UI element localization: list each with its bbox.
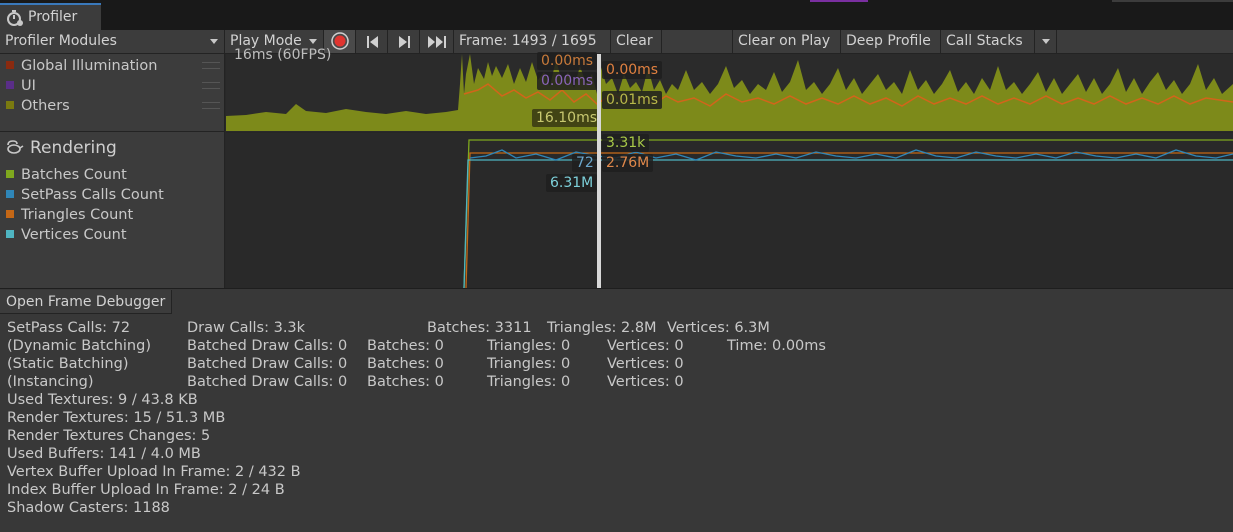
previous-frame-button[interactable] (356, 30, 388, 53)
batching-row-label: (Instancing) (7, 374, 94, 390)
stat-triangles: Triangles: 2.8M (547, 320, 657, 336)
legend-others[interactable]: Others (6, 97, 220, 115)
rendering-teapot-icon (7, 140, 24, 154)
profiler-toolbar: Profiler Modules Play Mode Frame: 1493 /… (0, 30, 1233, 54)
batching-row-label: (Dynamic Batching) (7, 338, 151, 354)
batching-row-label: (Static Batching) (7, 356, 129, 372)
legend-batches-count[interactable]: Batches Count (6, 166, 127, 184)
triangles-value-tag: 2.76M (602, 154, 654, 172)
legend-swatch (6, 61, 14, 69)
cpu-usage-chart[interactable] (226, 54, 1233, 131)
legend-vertices-count[interactable]: Vertices Count (6, 226, 127, 244)
batching-row-vertices: Vertices: 0 (607, 338, 684, 354)
batching-row-triangles: Triangles: 0 (487, 356, 571, 372)
stat-render-textures-changes: Render Textures Changes: 5 (7, 428, 211, 444)
batching-row-batches: Batches: 0 (367, 338, 444, 354)
stat-vertex-buffer-upload: Vertex Buffer Upload In Frame: 2 / 432 B (7, 464, 301, 480)
batching-row-draw-calls: Batched Draw Calls: 0 (187, 374, 348, 390)
selected-frame-marker[interactable] (597, 54, 601, 288)
legend-setpass-calls-count[interactable]: SetPass Calls Count (6, 186, 164, 204)
legend-label: Batches Count (21, 167, 127, 183)
stat-used-buffers: Used Buffers: 141 / 4.0 MB (7, 446, 201, 462)
tab-accent-bar (810, 0, 868, 2)
open-frame-debugger-button[interactable]: Open Frame Debugger (0, 290, 173, 314)
deep-profile-button[interactable]: Deep Profile (841, 30, 941, 53)
tab-profiler[interactable]: Profiler (0, 3, 101, 30)
batching-row-draw-calls: Batched Draw Calls: 0 (187, 338, 348, 354)
stat-vertices: Vertices: 6.3M (667, 320, 770, 336)
drag-handle-icon[interactable] (202, 102, 220, 109)
cpu-total-value-tag: 16.10ms (532, 109, 602, 127)
gi-left-value-tag: 0.00ms (537, 52, 598, 70)
batching-row-vertices: Vertices: 0 (607, 356, 684, 372)
stat-draw-calls: Draw Calls: 3.3k (187, 320, 306, 336)
drag-handle-icon[interactable] (202, 82, 220, 89)
ui-left-value-tag: 0.00ms (537, 72, 598, 90)
batching-row-triangles: Triangles: 0 (487, 338, 571, 354)
current-frame-icon (428, 36, 446, 48)
stat-batches: Batches: 3311 (427, 320, 532, 336)
legend-label: Global Illumination (21, 58, 158, 74)
legend-label: Others (21, 98, 70, 114)
clear-on-play-button[interactable]: Clear on Play (732, 30, 841, 53)
vertices-value-tag: 6.31M (546, 174, 598, 192)
rendering-details-panel: Open Frame Debugger SetPass Calls: 72 Dr… (0, 288, 1233, 532)
drag-handle-icon[interactable] (202, 62, 220, 69)
legend-swatch (6, 210, 14, 218)
legend-swatch (6, 230, 14, 238)
current-frame-button[interactable] (420, 30, 454, 53)
stat-shadow-casters: Shadow Casters: 1188 (7, 500, 170, 516)
batching-row-batches: Batches: 0 (367, 356, 444, 372)
legend-global-illumination[interactable]: Global Illumination (6, 57, 220, 75)
legend-swatch (6, 190, 14, 198)
profiler-modules-dropdown[interactable]: Profiler Modules (0, 30, 225, 53)
batching-row-draw-calls: Batched Draw Calls: 0 (187, 356, 348, 372)
batching-row-vertices: Vertices: 0 (607, 374, 684, 390)
frame-counter: Frame: 1493 / 1695 (454, 30, 611, 53)
next-frame-button[interactable] (388, 30, 420, 53)
legend-label: Vertices Count (21, 227, 127, 243)
others-right-value-tag: 0.01ms (602, 91, 663, 109)
batching-row-triangles: Triangles: 0 (487, 374, 571, 390)
module-divider (0, 131, 224, 132)
next-frame-icon (399, 36, 410, 48)
tab-profiler-label: Profiler (28, 9, 78, 25)
fps-target-label: 16ms (60FPS) (234, 47, 332, 63)
call-stacks-dropdown[interactable] (1035, 30, 1057, 53)
stat-used-textures: Used Textures: 9 / 43.8 KB (7, 392, 198, 408)
tab-accent-bar-right (1112, 0, 1233, 2)
gi-right-value-tag: 0.00ms (602, 61, 663, 79)
legend-swatch (6, 81, 14, 89)
batching-row-batches: Batches: 0 (367, 374, 444, 390)
legend-swatch (6, 101, 14, 109)
profiler-modules-panel: Global Illumination UI Others Rendering … (0, 54, 225, 288)
stat-setpass-calls: SetPass Calls: 72 (7, 320, 131, 336)
rendering-module-title[interactable]: Rendering (6, 138, 117, 158)
legend-swatch (6, 170, 14, 178)
setpass-value-tag: 72 (572, 154, 598, 172)
batching-row-time: Time: 0.00ms (727, 338, 826, 354)
legend-ui[interactable]: UI (6, 77, 220, 95)
profiler-charts-area[interactable]: 16ms (60FPS) 0.00ms 0.00ms 0.00ms 0.01ms… (226, 47, 1233, 288)
legend-label: SetPass Calls Count (21, 187, 164, 203)
previous-frame-icon (367, 36, 378, 48)
rendering-chart[interactable] (226, 132, 1233, 288)
legend-label: UI (21, 78, 36, 94)
clear-button[interactable]: Clear (611, 30, 662, 53)
call-stacks-button[interactable]: Call Stacks (941, 30, 1035, 53)
window-tab-bar: Profiler (0, 0, 1233, 30)
legend-label: Triangles Count (21, 207, 134, 223)
legend-triangles-count[interactable]: Triangles Count (6, 206, 133, 224)
rendering-title-label: Rendering (30, 138, 117, 158)
stat-index-buffer-upload: Index Buffer Upload In Frame: 2 / 24 B (7, 482, 285, 498)
profiler-stopwatch-icon (7, 10, 23, 26)
batches-value-tag: 3.31k (602, 134, 650, 152)
stat-render-textures: Render Textures: 15 / 51.3 MB (7, 410, 226, 426)
